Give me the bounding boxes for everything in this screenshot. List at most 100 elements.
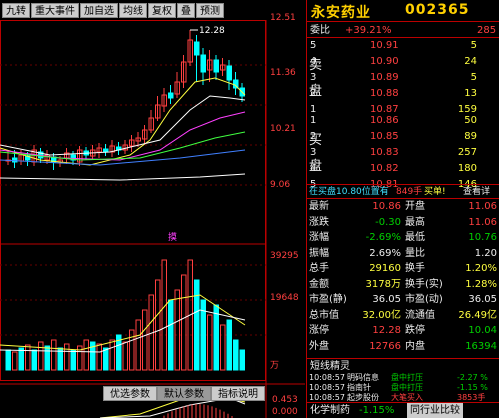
price-axis-label: 11.36 xyxy=(270,68,296,78)
buy-side-label: 盘 xyxy=(309,159,323,174)
volume-bar xyxy=(207,314,213,371)
quote-label: 市盈(动) xyxy=(405,294,443,305)
volume-bar xyxy=(31,349,37,371)
buy-row[interactable]: 4 10.82 180 xyxy=(307,161,499,176)
volume-bar xyxy=(155,279,161,371)
buy-row[interactable]: 1 10.86 50 xyxy=(307,113,499,128)
volume-bar xyxy=(161,259,167,371)
alert-text: 在买盘10.80位置有 xyxy=(309,187,389,197)
quote-value: 11.06 xyxy=(468,201,497,212)
high-marker-label: 12.28 xyxy=(199,26,225,36)
volume-bar xyxy=(213,304,219,371)
weibi-row: 委比 +39.21% 285 xyxy=(307,23,499,38)
volume-bar xyxy=(96,343,102,371)
buy-price: 10.82 xyxy=(370,163,399,174)
quote-value: 10.86 xyxy=(372,201,401,212)
quote-label: 总手 xyxy=(309,263,329,274)
sprite-row[interactable]: 10:08:57 明码信息 盘中打压 -2.27 % xyxy=(307,373,499,383)
volume-bar xyxy=(122,341,128,371)
volume-bar xyxy=(135,319,141,371)
weibi-extra: 285 xyxy=(477,25,497,36)
industry-footer: 化学制药 -1.15% 同行业比较 xyxy=(307,402,499,418)
stock-code: 002365 xyxy=(405,2,470,18)
quote-row: 振幅 2.69% 量比 1.20 xyxy=(307,246,499,261)
buy-level: 1 xyxy=(310,115,317,126)
sell-volume: 5 xyxy=(470,72,477,83)
sprite-stock: 明码信息 xyxy=(347,373,379,382)
tab-indicator-help[interactable]: 指标说明 xyxy=(211,386,265,401)
volume-axis-label: 万 xyxy=(270,361,279,371)
price-axis-label: 9.06 xyxy=(270,180,290,190)
candle-body xyxy=(168,92,174,99)
sprite-value: -2.27 % xyxy=(457,373,488,382)
volume-bar xyxy=(181,274,187,371)
stock-header: 永安药业 002365 xyxy=(307,0,499,22)
quote-label: 市盈(静) xyxy=(309,294,347,305)
quote-value: 1.28% xyxy=(465,278,497,290)
candle-body xyxy=(12,157,18,163)
quote-label: 外盘 xyxy=(309,340,329,352)
sell-row[interactable]: 5 10.91 5 xyxy=(307,38,499,53)
sprite-time: 10:08:57 xyxy=(309,383,345,392)
sprite-event: 盘中打压 xyxy=(391,383,423,392)
volume-bar xyxy=(226,319,232,371)
quote-row: 涨跌 -0.30 最高 11.06 xyxy=(307,215,499,230)
quote-row: 总市值 32.00亿 流通值 26.49亿 xyxy=(307,308,499,323)
quote-row: 最新 10.86 开盘 11.06 xyxy=(307,199,499,214)
quote-label: 振幅 xyxy=(309,247,329,259)
sprite-event: 盘中打压 xyxy=(391,373,423,382)
quote-value: 12.28 xyxy=(372,325,401,336)
volume-bar xyxy=(83,339,89,371)
tab-default-params[interactable]: 默认参数 xyxy=(157,386,211,401)
volume-bar xyxy=(44,345,50,371)
sell-volume: 24 xyxy=(464,56,477,67)
volume-bar xyxy=(51,339,57,371)
buy-price: 10.86 xyxy=(370,115,399,126)
quote-row: 外盘 12766 内盘 16394 xyxy=(307,339,499,354)
alert-link[interactable]: 查看详 xyxy=(463,185,490,200)
industry-pct: -1.15% xyxy=(359,405,395,416)
tab-optimal-params[interactable]: 优选参数 xyxy=(103,386,157,401)
buy-price: 10.85 xyxy=(370,131,399,142)
moving-average-line xyxy=(0,173,246,181)
kline-chart-area[interactable]: 九转 重大事件 加自选 均线 复权 叠 预测 12.51 11.36 10.21 9.… xyxy=(0,0,305,418)
buy-row[interactable]: 3 10.83 257 xyxy=(307,145,499,160)
sprite-row[interactable]: 10:08:57 指南针 盘中打压 -1.15 % xyxy=(307,383,499,393)
volume-bar xyxy=(5,349,11,371)
industry-compare-button[interactable]: 同行业比较 xyxy=(407,403,463,418)
quote-value: 10.04 xyxy=(468,325,497,336)
quote-panel: 永安药业 002365 委比 +39.21% 285 5 10.91 54 10… xyxy=(306,0,499,418)
chart-frame xyxy=(0,20,266,381)
kline-svg: 12.51 11.36 10.21 9.06 39295 19648 万 0.453 0.000… xyxy=(0,13,305,418)
buy-row[interactable]: 2 10.85 89 xyxy=(307,129,499,144)
quote-label: 换手(实) xyxy=(405,278,443,290)
sprite-time: 10:08:57 xyxy=(309,373,345,382)
indicator-tabs: 优选参数 默认参数 指标说明 xyxy=(103,386,265,401)
order-alert[interactable]: 在买盘10.80位置有 849手 买单! 查看详 xyxy=(307,184,499,199)
quote-label: 涨幅 xyxy=(309,232,329,243)
volume-axis-label: 19648 xyxy=(270,293,299,303)
sell-side-label: 卖 xyxy=(309,58,323,73)
quote-value: 36.05 xyxy=(468,294,497,305)
candle-body xyxy=(103,148,109,153)
quote-value: 32.00亿 xyxy=(362,309,401,321)
volume-bar xyxy=(18,347,24,371)
indicator-label: 摸 xyxy=(168,232,177,243)
quote-value: 29160 xyxy=(369,263,401,274)
sell-price: 10.88 xyxy=(370,88,399,99)
candle-body xyxy=(213,59,219,73)
sprite-title: 短线精灵 xyxy=(310,361,350,372)
sell-price: 10.91 xyxy=(370,40,399,51)
quote-label: 换手 xyxy=(405,263,425,274)
sell-row[interactable]: 3 10.89 5 xyxy=(307,70,499,85)
quote-label: 量比 xyxy=(405,247,425,259)
sell-row[interactable]: 2 10.88 13 xyxy=(307,86,499,101)
weibi-label: 委比 xyxy=(310,25,330,36)
candle-body xyxy=(194,41,200,56)
quote-value: 36.05 xyxy=(372,294,401,305)
quote-value: 2.69% xyxy=(369,247,401,259)
quote-row: 金额 3178万 换手(实) 1.28% xyxy=(307,277,499,292)
volume-bar xyxy=(70,349,76,371)
quote-value: 12766 xyxy=(369,340,401,352)
sell-row[interactable]: 4 10.90 24 xyxy=(307,54,499,69)
